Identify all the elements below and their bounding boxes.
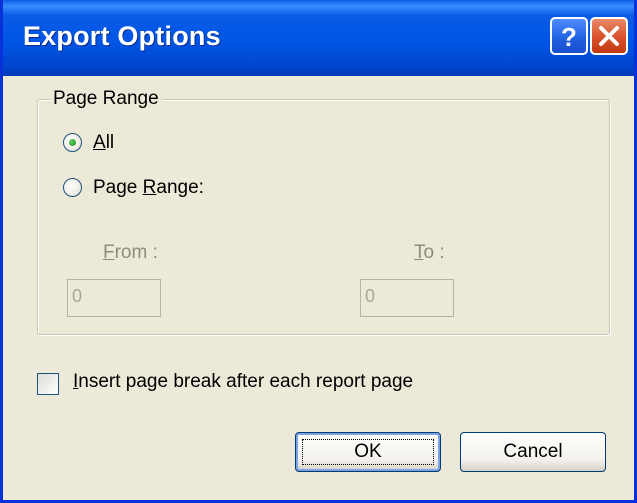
to-input[interactable]: 0 [360,279,454,317]
radio-all-button[interactable] [63,133,82,152]
insert-page-break-checkbox[interactable] [37,373,59,395]
help-button[interactable]: ? [550,17,588,55]
focus-ring [302,439,434,465]
ok-button[interactable]: OK [295,432,441,472]
svg-text:?: ? [561,22,577,52]
title-bar: Export Options ? [3,0,634,76]
cancel-button[interactable]: Cancel [460,432,606,472]
page-range-legend: Page Range [50,88,162,110]
to-label: To : [414,242,445,263]
from-label: From : [103,242,158,263]
insert-page-break-label: Insert page break after each report page [73,371,414,392]
radio-page-range-label: Page Range: [93,177,204,198]
radio-page-range-button[interactable] [63,178,82,197]
radio-all-label: All [93,132,115,153]
window-title: Export Options [23,21,221,51]
from-input[interactable]: 0 [67,279,161,317]
close-button[interactable] [590,17,628,55]
